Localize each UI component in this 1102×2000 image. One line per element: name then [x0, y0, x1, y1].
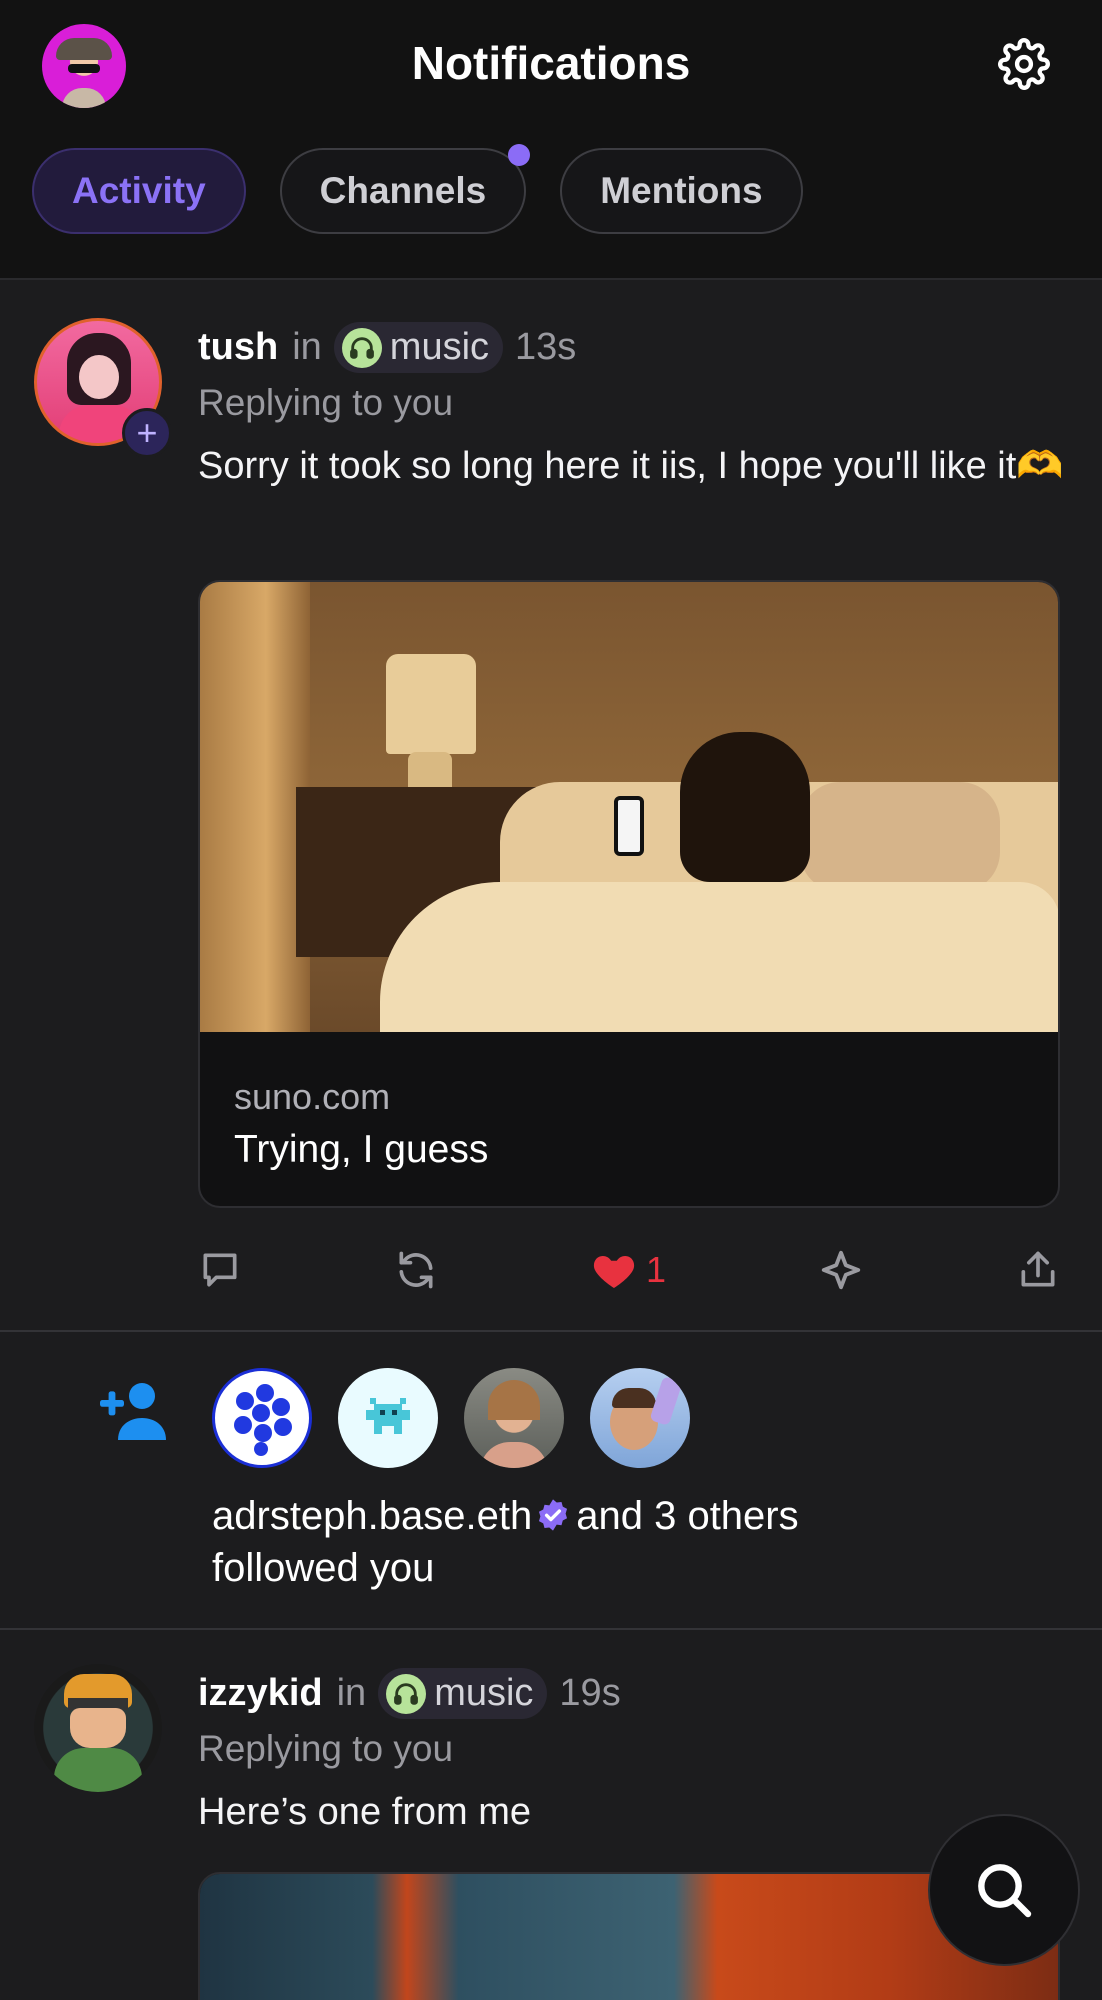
- channel-chip[interactable]: music: [378, 1668, 548, 1719]
- tab-activity[interactable]: Activity: [32, 148, 246, 234]
- replying-to-label: Replying to you: [198, 382, 454, 423]
- post-author-avatar[interactable]: [34, 1664, 162, 1792]
- link-preview-card[interactable]: suno.com Trying, I guess: [198, 580, 1060, 1208]
- headphones-icon: [386, 1673, 427, 1714]
- headphones-icon: [341, 327, 382, 368]
- post-time: 13s: [515, 326, 577, 368]
- follower-avatar[interactable]: [338, 1368, 438, 1468]
- search-button[interactable]: [928, 1814, 1080, 1966]
- tab-mentions[interactable]: Mentions: [560, 148, 803, 234]
- bookmark-button[interactable]: [818, 1240, 864, 1300]
- unread-dot: [508, 144, 531, 166]
- header: Notifications Activity Channels Mentions: [0, 0, 1102, 280]
- settings-gear-icon: [998, 38, 1050, 90]
- follower-avatar[interactable]: [590, 1368, 690, 1468]
- post-text: Here’s one from me: [198, 1791, 531, 1833]
- in-label: in: [336, 1672, 367, 1714]
- heart-icon: [593, 1256, 635, 1288]
- follow-plus-badge[interactable]: +: [122, 408, 172, 458]
- divider: [0, 1330, 1102, 1332]
- like-count: 1: [645, 1249, 666, 1290]
- post-header: izzykid in music 19s: [198, 1668, 621, 1719]
- post-header: tush in music 13s: [198, 322, 576, 373]
- like-button[interactable]: 1: [590, 1240, 666, 1300]
- post-username[interactable]: izzykid: [198, 1672, 323, 1715]
- recast-icon: [399, 1251, 433, 1289]
- notifications-screen: Notifications Activity Channels Mentions…: [0, 0, 1102, 2000]
- settings-button[interactable]: [996, 36, 1052, 92]
- share-icon: [1021, 1251, 1055, 1287]
- in-label: in: [292, 326, 322, 368]
- page-title: Notifications: [411, 37, 691, 89]
- post-text: Sorry it took so long here it iis, I hop…: [198, 445, 1064, 487]
- post-time: 19s: [559, 1672, 621, 1714]
- follower-avatar[interactable]: [212, 1368, 312, 1468]
- add-user-icon: [100, 1383, 166, 1440]
- sparkle-icon: [821, 1250, 861, 1290]
- post-username[interactable]: tush: [198, 326, 278, 369]
- follow-notification-text: adrsteph.base.eth and 3 others followed y…: [212, 1494, 799, 1590]
- verified-badge-icon: [539, 1499, 568, 1532]
- comment-icon: [203, 1253, 237, 1287]
- link-domain: suno.com: [234, 1076, 391, 1117]
- follower-name[interactable]: adrsteph.base.eth: [212, 1494, 532, 1538]
- follower-avatar[interactable]: [464, 1368, 564, 1468]
- replying-to-label: Replying to you: [198, 1728, 454, 1769]
- reply-button[interactable]: [198, 1240, 242, 1300]
- link-preview-image: [200, 582, 1058, 1032]
- share-button[interactable]: [1016, 1240, 1060, 1300]
- divider: [0, 1628, 1102, 1630]
- post-actions: 1: [198, 1240, 1060, 1300]
- tab-channels[interactable]: Channels: [279, 144, 531, 234]
- search-icon: [978, 1864, 1032, 1918]
- channel-chip[interactable]: music: [333, 322, 504, 373]
- recast-button[interactable]: [394, 1240, 438, 1300]
- tab-bar: Activity Channels Mentions: [32, 144, 803, 234]
- link-title: Trying, I guess: [234, 1128, 489, 1171]
